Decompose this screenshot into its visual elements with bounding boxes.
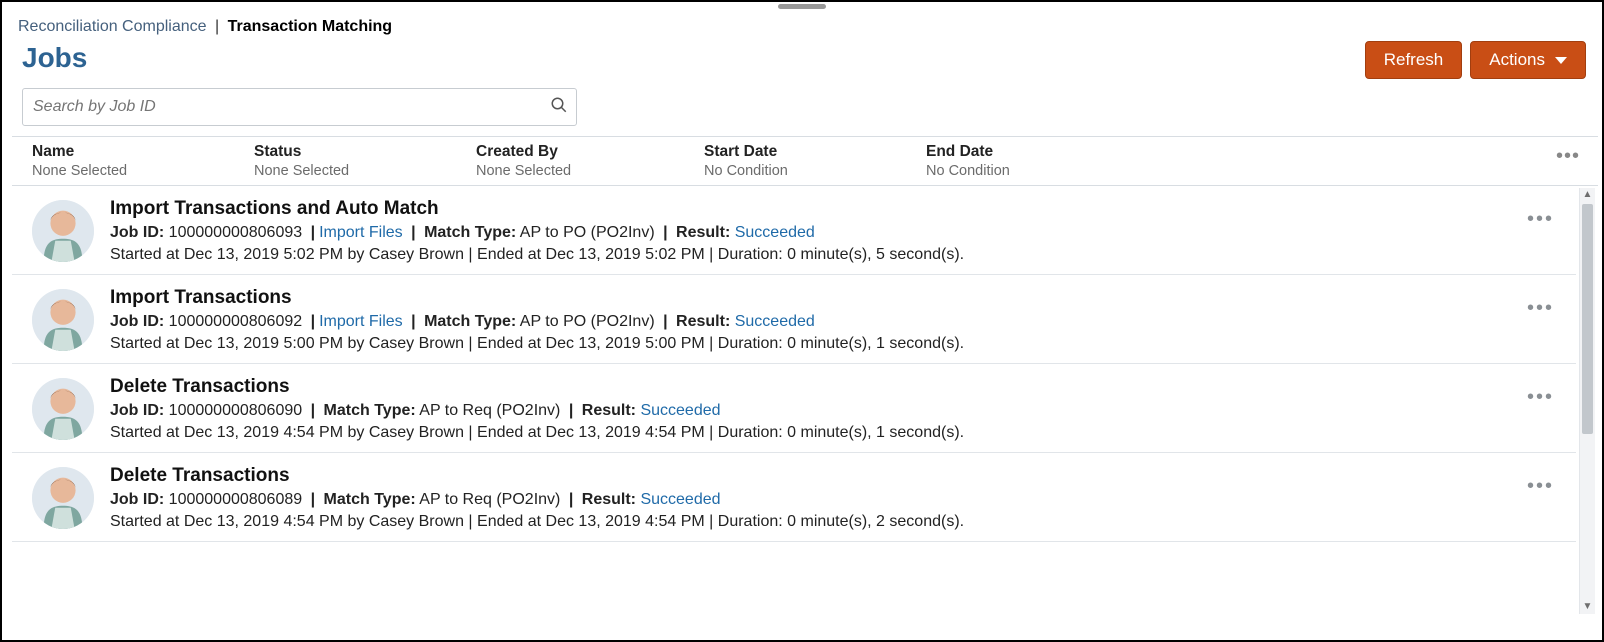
avatar [32,467,94,529]
job-meta: Job ID: 100000000806092 |Import Files | … [110,313,1564,331]
filter-start-date[interactable]: Start Date No Condition [704,143,926,179]
job-title: Import Transactions and Auto Match [110,198,1564,220]
filter-end-date[interactable]: End Date No Condition [926,143,1598,179]
search-icon[interactable] [550,96,568,119]
result-link[interactable]: Succeeded [640,491,720,508]
scrollbar-down-icon[interactable]: ▼ [1580,600,1595,614]
job-row[interactable]: Delete Transactions Job ID: 100000000806… [12,364,1576,453]
result-link[interactable]: Succeeded [735,313,815,330]
avatar [32,378,94,440]
actions-button-label: Actions [1489,50,1545,70]
scrollbar-thumb[interactable] [1582,204,1593,434]
job-row[interactable]: Import Transactions and Auto Match Job I… [12,186,1576,275]
job-title: Delete Transactions [110,376,1564,398]
job-title: Import Transactions [110,287,1564,309]
match-type-value: AP to PO (PO2Inv) [520,313,655,330]
job-row[interactable]: Delete Transactions Job ID: 100000000806… [12,453,1576,542]
job-timing: Started at Dec 13, 2019 4:54 PM by Casey… [110,513,1564,531]
result-link[interactable]: Succeeded [735,224,815,241]
search-box [22,88,577,126]
job-row[interactable]: Import Transactions Job ID: 100000000806… [12,275,1576,364]
job-timing: Started at Dec 13, 2019 4:54 PM by Casey… [110,424,1564,442]
job-id-value: 100000000806092 [169,313,302,330]
breadcrumb-current: Transaction Matching [228,18,392,35]
chevron-down-icon [1555,57,1567,64]
search-input[interactable] [31,89,550,125]
avatar [32,200,94,262]
filter-created-by[interactable]: Created By None Selected [476,143,704,179]
scrollbar-up-icon[interactable]: ▲ [1580,188,1595,202]
job-title: Delete Transactions [110,465,1564,487]
job-meta: Job ID: 100000000806090 | Match Type: AP… [110,402,1564,420]
match-type-value: AP to Req (PO2Inv) [419,402,560,419]
job-meta: Job ID: 100000000806089 | Match Type: AP… [110,491,1564,509]
refresh-button-label: Refresh [1384,50,1444,70]
filters-bar: Name None Selected Status None Selected … [12,136,1598,186]
job-id-value: 100000000806090 [169,402,302,419]
drag-handle[interactable] [778,4,826,9]
job-timing: Started at Dec 13, 2019 5:02 PM by Casey… [110,246,1564,264]
jobs-list: Import Transactions and Auto Match Job I… [12,186,1576,618]
page-title: Jobs [22,42,87,74]
avatar [32,289,94,351]
filter-name[interactable]: Name None Selected [32,143,254,179]
filters-more-icon[interactable]: ••• [1556,145,1580,168]
row-more-icon[interactable]: ••• [1527,386,1554,409]
match-type-value: AP to PO (PO2Inv) [520,224,655,241]
row-more-icon[interactable]: ••• [1527,297,1554,320]
job-id-value: 100000000806093 [169,224,302,241]
result-link[interactable]: Succeeded [640,402,720,419]
row-more-icon[interactable]: ••• [1527,475,1554,498]
import-files-link[interactable]: Import Files [319,224,403,241]
job-timing: Started at Dec 13, 2019 5:00 PM by Casey… [110,335,1564,353]
import-files-link[interactable]: Import Files [319,313,403,330]
breadcrumb-separator: | [215,18,219,35]
scrollbar[interactable]: ▲ ▼ [1579,188,1595,614]
refresh-button[interactable]: Refresh [1365,41,1463,79]
app-window: Reconciliation Compliance | Transaction … [0,0,1604,642]
job-id-value: 100000000806089 [169,491,302,508]
breadcrumb-link-reconciliation[interactable]: Reconciliation Compliance [18,18,207,35]
actions-button[interactable]: Actions [1470,41,1586,79]
breadcrumb: Reconciliation Compliance | Transaction … [12,18,1598,36]
filter-status[interactable]: Status None Selected [254,143,476,179]
job-meta: Job ID: 100000000806093 |Import Files | … [110,224,1564,242]
match-type-value: AP to Req (PO2Inv) [419,491,560,508]
row-more-icon[interactable]: ••• [1527,208,1554,231]
